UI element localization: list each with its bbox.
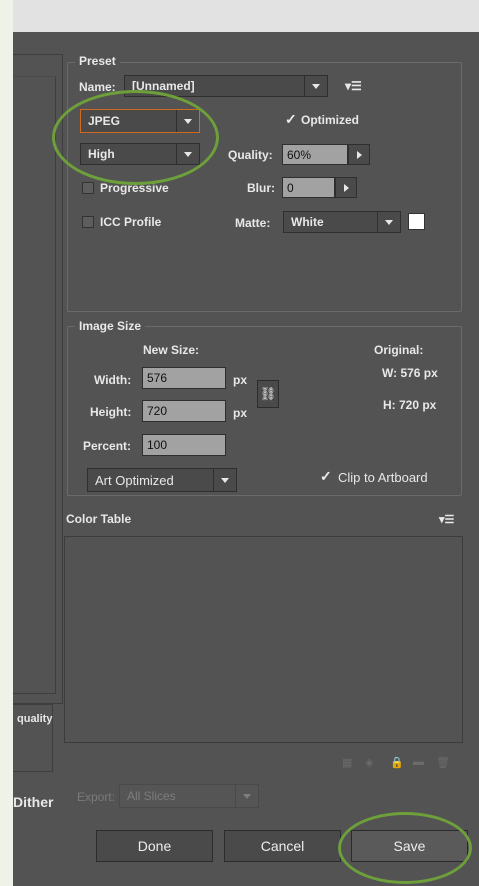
clip-to-artboard-checkbox[interactable]: ✓	[320, 469, 332, 483]
chevron-down-icon	[235, 785, 258, 807]
chevron-down-icon	[377, 212, 400, 232]
height-input[interactable]: 720	[142, 400, 226, 422]
optimized-checkbox[interactable]: ✓	[285, 112, 297, 126]
progressive-checkbox[interactable]	[82, 182, 94, 194]
export-value: All Slices	[127, 789, 176, 803]
trash-icon[interactable]: 🗑	[436, 756, 450, 769]
width-unit: px	[233, 373, 248, 387]
chain-link-icon[interactable]: ⛓	[257, 380, 279, 408]
chevron-down-icon	[176, 144, 199, 164]
chevron-down-icon	[213, 469, 236, 491]
flyout-menu-icon[interactable]: ▾☰	[439, 513, 454, 526]
chevron-right-icon	[356, 150, 362, 159]
resample-value: Art Optimized	[95, 472, 174, 488]
window-titlebar	[0, 0, 479, 32]
color-table-title: Color Table	[66, 512, 132, 526]
clip-to-artboard-label: Clip to Artboard	[338, 470, 428, 485]
preview-panel-inner	[13, 76, 56, 694]
export-dropdown[interactable]: All Slices	[119, 784, 259, 808]
name-label: Name:	[79, 80, 116, 94]
icc-profile-label: ICC Profile	[100, 215, 162, 229]
quality-preset-dropdown[interactable]: High	[80, 143, 200, 165]
original-width: W: 576 px	[382, 366, 438, 380]
progressive-label: Progressive	[100, 181, 169, 195]
new-size-label: New Size:	[143, 343, 200, 357]
blur-input[interactable]: 0	[282, 177, 335, 198]
done-button[interactable]: Done	[96, 830, 213, 862]
format-value: JPEG	[88, 114, 121, 128]
image-size-legend: Image Size	[75, 319, 146, 333]
chevron-down-icon	[176, 110, 199, 132]
quality-text: quality	[17, 713, 53, 725]
matte-value: White	[291, 215, 324, 229]
matte-color-swatch[interactable]	[408, 213, 425, 230]
save-button[interactable]: Save	[351, 830, 468, 862]
quality-label: Quality:	[228, 148, 273, 162]
resample-dropdown[interactable]: Art Optimized	[87, 468, 237, 492]
color-table-area	[64, 536, 463, 743]
percent-input[interactable]: 100	[142, 434, 226, 456]
matte-dropdown[interactable]: White	[283, 211, 401, 233]
preset-name-dropdown[interactable]: [Unnamed]	[124, 75, 328, 97]
original-height: H: 720 px	[383, 398, 437, 412]
color-cube-icon[interactable]: ◈	[365, 756, 373, 769]
chevron-right-icon	[343, 183, 349, 192]
flyout-menu-icon[interactable]: ▾☰	[345, 79, 362, 93]
blur-slider-button[interactable]	[335, 177, 357, 198]
icc-profile-checkbox[interactable]	[82, 216, 94, 228]
height-label: Height:	[90, 405, 132, 419]
export-label: Export:	[77, 790, 116, 804]
quality-preset-value: High	[88, 147, 115, 161]
format-dropdown[interactable]: JPEG	[80, 109, 200, 133]
matte-label: Matte:	[235, 216, 271, 230]
width-input[interactable]: 576	[142, 367, 226, 389]
cancel-button[interactable]: Cancel	[224, 830, 341, 862]
new-color-icon[interactable]: ▬	[413, 756, 424, 768]
percent-label: Percent:	[83, 439, 132, 453]
optimized-label: Optimized	[301, 113, 360, 127]
height-unit: px	[233, 406, 248, 420]
preset-name-value: [Unnamed]	[132, 79, 195, 93]
quality-slider-button[interactable]	[348, 144, 370, 165]
lock-icon[interactable]: 🔒	[390, 756, 404, 769]
chevron-down-icon	[304, 76, 327, 96]
window-edge	[0, 0, 13, 886]
original-label: Original:	[374, 343, 424, 357]
blur-label: Blur:	[247, 181, 275, 195]
preset-legend: Preset	[75, 54, 120, 68]
dither-text: Dither	[13, 794, 54, 810]
web-shift-icon[interactable]: ▦	[342, 756, 352, 769]
width-label: Width:	[94, 373, 132, 387]
quality-input[interactable]: 60%	[282, 144, 348, 165]
